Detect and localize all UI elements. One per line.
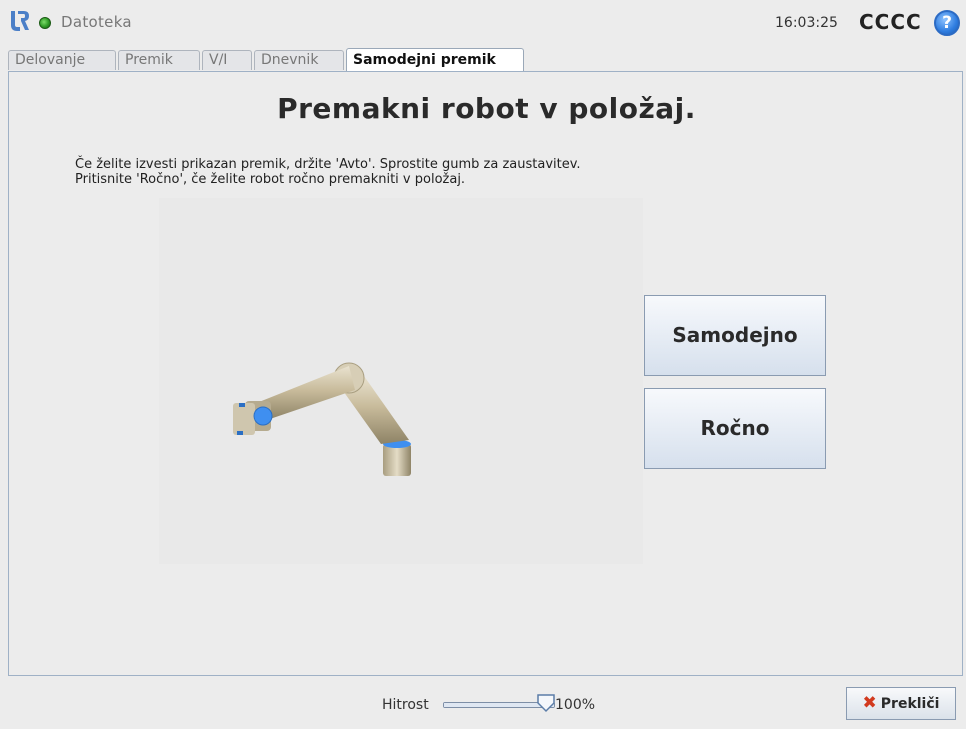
tab-delovanje[interactable]: Delovanje [8,50,116,70]
bottom-bar: Hitrost 100% ✖ Prekliči [0,680,966,729]
help-icon[interactable]: ? [934,10,960,36]
speed-label: Hitrost [382,697,429,713]
tab-premik[interactable]: Premik [118,50,200,70]
tab-vi[interactable]: V/I [202,50,252,70]
ur-logo-icon [11,11,29,31]
instructions: Če želite izvesti prikazan premik, držit… [75,157,581,187]
status-dot-icon [39,17,51,29]
instruction-line-1: Če želite izvesti prikazan premik, držit… [75,157,581,172]
file-menu[interactable]: Datoteka [61,13,132,31]
auto-button[interactable]: Samodejno [644,295,826,376]
manual-button[interactable]: Ročno [644,388,826,469]
cancel-x-icon: ✖ [862,693,877,713]
tab-dnevnik[interactable]: Dnevnik [254,50,344,70]
main-panel: Premakni robot v položaj. Če želite izve… [8,71,963,676]
cancel-label: Prekliči [880,696,940,712]
tab-samodejni-premik[interactable]: Samodejni premik [346,48,524,72]
cancel-button[interactable]: ✖ Prekliči [846,687,956,720]
clock: 16:03:25 [775,15,838,31]
top-bar: Datoteka 16:03:25 CCCC ? [0,0,966,46]
speed-thumb-icon[interactable] [536,693,556,713]
page-title: Premakni robot v položaj. [277,92,696,125]
robot-name: CCCC [859,10,922,34]
robot-arm-image [233,362,411,476]
speed-value: 100% [555,697,596,713]
instruction-line-2: Pritisnite 'Ročno', če želite robot ročn… [75,172,466,187]
robot-preview [159,198,643,564]
